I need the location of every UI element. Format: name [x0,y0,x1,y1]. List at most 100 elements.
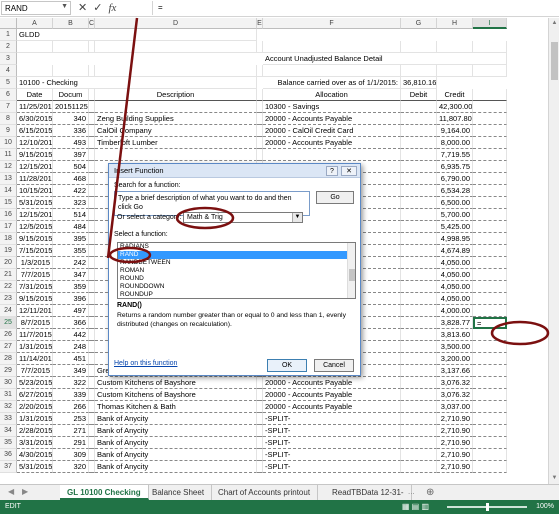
date-cell[interactable]: 8/7/2015 [17,317,53,329]
description-cell[interactable]: Thomas Kitchen & Bath [95,401,257,413]
allocation-cell[interactable]: -SPLIT- [263,413,401,425]
debit-cell[interactable] [401,173,437,185]
debit-cell[interactable] [401,197,437,209]
credit-cell[interactable]: 3,828.77 [437,317,473,329]
description-cell[interactable] [95,101,257,113]
credit-cell[interactable]: 9,164.00 [437,125,473,137]
col-header-debit[interactable]: Debit [401,89,437,101]
description-cell[interactable] [95,149,257,161]
function-item-rand[interactable]: RAND [118,251,355,259]
credit-cell[interactable]: 5,425.00 [437,221,473,233]
col-i-cell[interactable] [473,281,507,293]
scroll-up-icon[interactable]: ▲ [549,18,559,29]
allocation-cell[interactable]: 20000 - Accounts Payable [263,113,401,125]
date-cell[interactable]: 6/15/2015 [17,125,53,137]
row-header-31[interactable]: 31 [0,389,17,401]
sheet-tab-1[interactable]: GL 10100 Checking [60,485,149,500]
credit-cell[interactable]: 2,710.90 [437,425,473,437]
description-cell[interactable]: Zeng Building Supplies [95,113,257,125]
debit-cell[interactable] [401,281,437,293]
empty-cell[interactable] [401,41,437,53]
allocation-cell[interactable]: -SPLIT- [263,449,401,461]
empty-cell[interactable] [401,65,437,77]
row-header-28[interactable]: 28 [0,353,17,365]
description-cell[interactable]: Custom Kitchens of Bayshore [95,389,257,401]
date-cell[interactable]: 12/11/2015 [17,305,53,317]
col-i-cell[interactable] [473,437,507,449]
cancel-button[interactable]: Cancel [314,359,354,372]
debit-cell[interactable] [401,245,437,257]
debit-cell[interactable] [401,209,437,221]
debit-cell[interactable] [401,293,437,305]
docum-cell[interactable]: 347 [53,269,89,281]
credit-cell[interactable]: 2,710.90 [437,449,473,461]
insert-function-button[interactable]: fx [108,1,116,15]
row-header-25[interactable]: 25 [0,317,17,329]
row-header-13[interactable]: 13 [0,173,17,185]
credit-cell[interactable]: 3,037.00 [437,401,473,413]
empty-cell[interactable] [437,41,473,53]
col-header-credit[interactable]: Credit [437,89,473,101]
col-header-docum[interactable]: Docum [53,89,89,101]
debit-cell[interactable] [401,269,437,281]
row-header-36[interactable]: 36 [0,449,17,461]
date-cell[interactable]: 11/14/2015 [17,353,53,365]
row-header-35[interactable]: 35 [0,437,17,449]
debit-cell[interactable] [401,389,437,401]
date-cell[interactable]: 9/15/2015 [17,149,53,161]
allocation-cell[interactable]: -SPLIT- [263,437,401,449]
debit-cell[interactable] [401,185,437,197]
col-i-cell[interactable] [473,149,507,161]
help-link[interactable]: Help on this function [114,360,177,367]
column-header-f[interactable]: F [263,18,401,29]
date-cell[interactable]: 11/25/2015 [17,101,53,113]
row-header-26[interactable]: 26 [0,329,17,341]
debit-cell[interactable] [401,233,437,245]
debit-cell[interactable] [401,377,437,389]
sheet-tab-4[interactable]: ReadTBData 12-31- [325,485,412,500]
report-title[interactable]: Account Unadjusted Balance Detail [263,53,507,65]
cell-gldd[interactable]: GLDD [17,29,257,41]
sheet-tab-2[interactable]: Balance Sheet [145,485,213,500]
docum-cell[interactable]: 366 [53,317,89,329]
row-header-30[interactable]: 30 [0,377,17,389]
credit-cell[interactable]: 3,500.00 [437,341,473,353]
function-item-rounddown[interactable]: ROUNDDOWN [118,283,355,291]
function-item-round[interactable]: ROUND [118,275,355,283]
docum-cell[interactable]: 20151125 [53,101,89,113]
credit-cell[interactable]: 6,790.00 [437,173,473,185]
docum-cell[interactable]: 339 [53,389,89,401]
tab-next-icon[interactable]: ▶ [22,487,28,496]
date-cell[interactable]: 6/30/2015 [17,113,53,125]
date-cell[interactable]: 7/7/2015 [17,365,53,377]
row-header-24[interactable]: 24 [0,305,17,317]
row-header-2[interactable]: 2 [0,41,17,53]
date-cell[interactable]: 9/15/2015 [17,233,53,245]
column-header-g[interactable]: G [401,18,437,29]
row-header-4[interactable]: 4 [0,65,17,77]
col-i-cell[interactable] [473,161,507,173]
docum-cell[interactable]: 336 [53,125,89,137]
row-header-3[interactable]: 3 [0,53,17,65]
debit-cell[interactable] [401,341,437,353]
row-header-12[interactable]: 12 [0,161,17,173]
docum-cell[interactable]: 497 [53,305,89,317]
empty-cell[interactable] [17,41,53,53]
date-cell[interactable]: 12/5/2015 [17,221,53,233]
row-header-18[interactable]: 18 [0,233,17,245]
debit-cell[interactable] [401,221,437,233]
col-header-allocation[interactable]: Allocation [263,89,401,101]
row-header-15[interactable]: 15 [0,197,17,209]
description-cell[interactable]: Custom Kitchens of Bayshore [95,377,257,389]
date-cell[interactable]: 7/31/2015 [17,281,53,293]
function-item-radians[interactable]: RADIANS [118,243,355,251]
add-sheet-icon[interactable]: ⊕ [426,487,434,498]
docum-cell[interactable]: 266 [53,401,89,413]
sheet-tab-3[interactable]: Chart of Accounts printout [211,485,319,500]
confirm-entry-icon[interactable]: ✓ [93,1,102,15]
docum-cell[interactable]: 355 [53,245,89,257]
tab-prev-icon[interactable]: ◀ [8,487,14,496]
credit-cell[interactable]: 4,050.00 [437,257,473,269]
col-i-cell[interactable] [473,125,507,137]
allocation-cell[interactable]: -SPLIT- [263,461,401,473]
